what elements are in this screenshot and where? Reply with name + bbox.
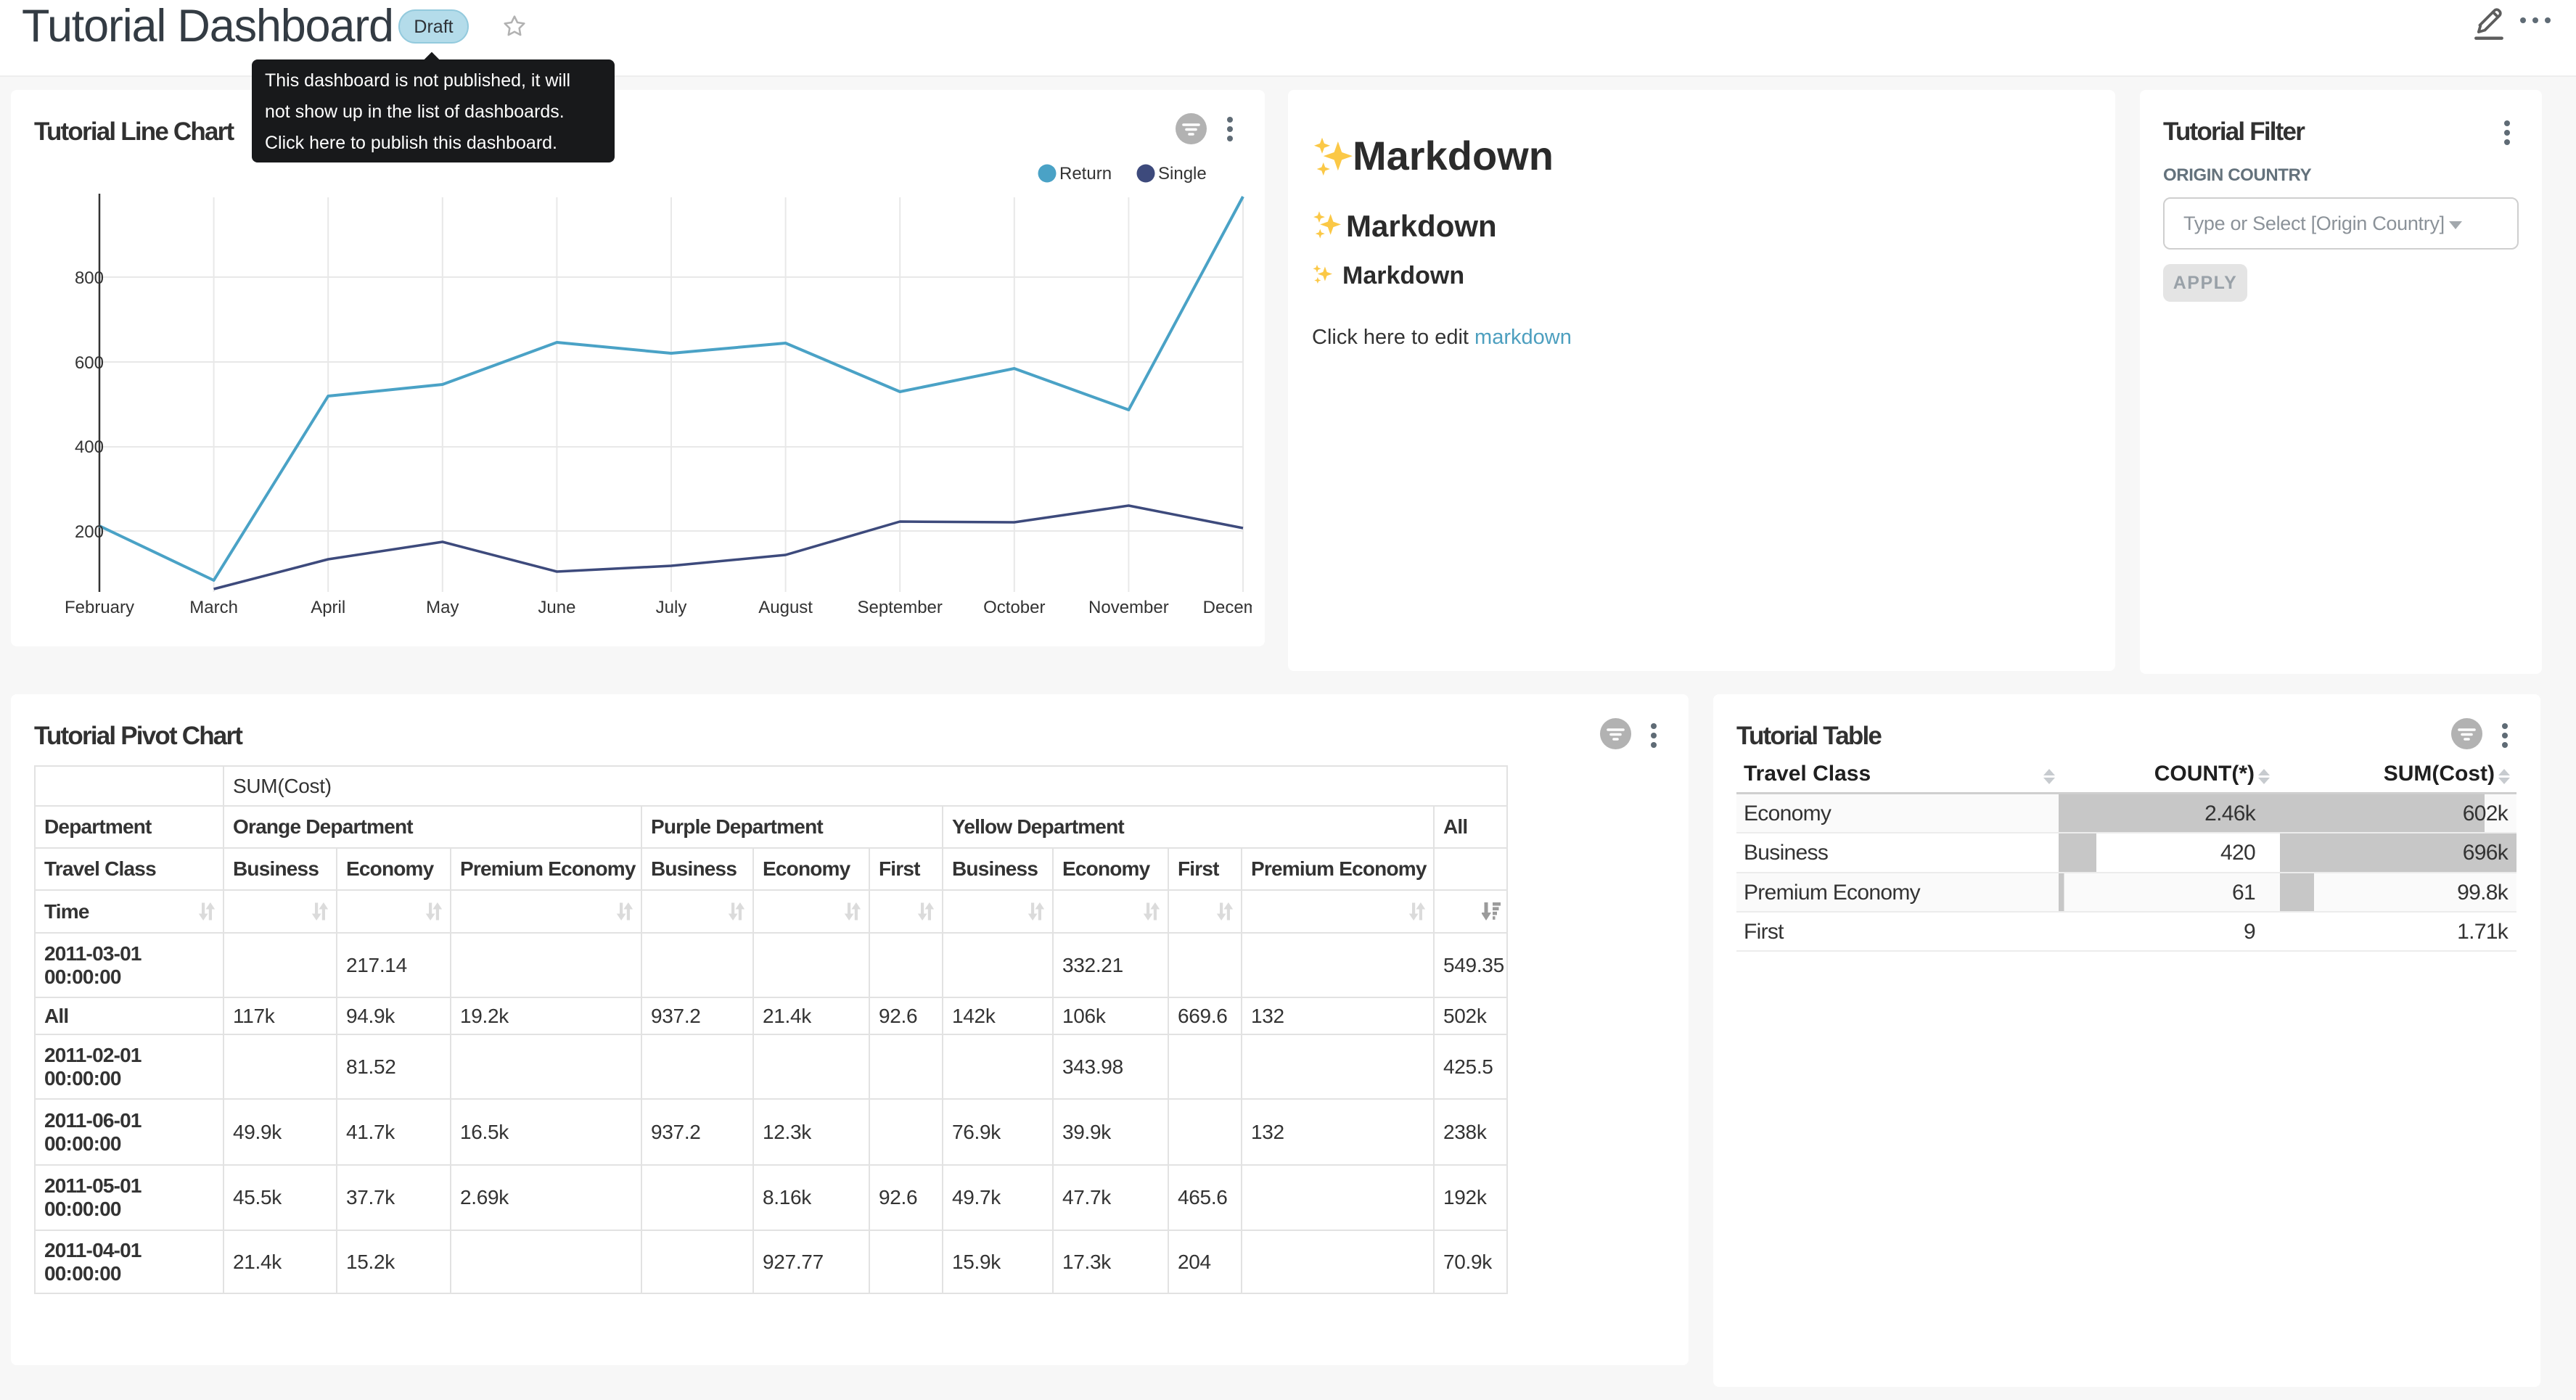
svg-text:400: 400 <box>75 437 104 457</box>
svg-text:April: April <box>311 598 345 617</box>
svg-text:June: June <box>538 598 575 617</box>
svg-text:200: 200 <box>75 522 104 542</box>
svg-text:February: February <box>65 598 134 617</box>
svg-text:August: August <box>758 598 813 617</box>
svg-text:March: March <box>189 598 238 617</box>
svg-text:October: October <box>983 598 1045 617</box>
svg-text:December: December <box>1203 598 1252 617</box>
svg-text:November: November <box>1088 598 1169 617</box>
svg-text:May: May <box>426 598 459 617</box>
svg-text:Single: Single <box>1158 164 1207 184</box>
svg-text:September: September <box>857 598 942 617</box>
svg-text:July: July <box>656 598 687 617</box>
svg-text:800: 800 <box>75 268 104 288</box>
svg-text:600: 600 <box>75 353 104 373</box>
svg-text:Return: Return <box>1059 164 1112 184</box>
